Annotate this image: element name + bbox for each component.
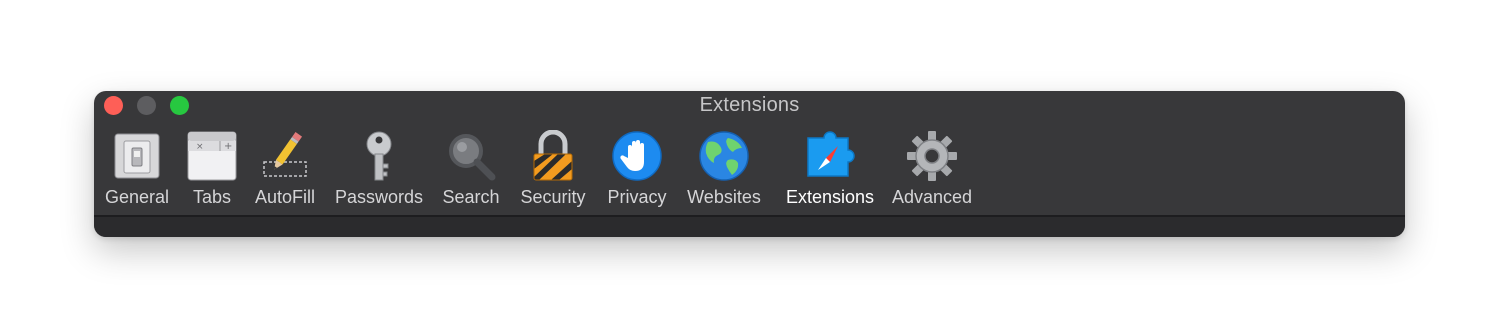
- toolbar-item-advanced[interactable]: Advanced: [882, 126, 982, 212]
- svg-text:+: +: [224, 141, 232, 152]
- general-switch-icon: [114, 133, 160, 179]
- toolbar-item-websites[interactable]: Websites: [674, 126, 774, 212]
- safari-preferences-window: Extensions General × + Tabs AutoFill Pas…: [94, 91, 1405, 237]
- window-title: Extensions: [699, 94, 800, 116]
- content-area: [94, 217, 1405, 237]
- puzzle-compass-icon: [807, 131, 855, 177]
- tabs-icon: × +: [187, 131, 237, 181]
- pencil-icon: [263, 132, 307, 177]
- svg-text:×: ×: [196, 142, 204, 152]
- key-icon: [366, 131, 392, 181]
- gear-icon: [907, 131, 957, 181]
- padlock-icon: [533, 130, 573, 181]
- hand-icon: [612, 131, 662, 181]
- magnifier-icon: [449, 134, 496, 181]
- toolbar-item-label: Advanced: [891, 187, 973, 207]
- globe-icon: [699, 131, 749, 181]
